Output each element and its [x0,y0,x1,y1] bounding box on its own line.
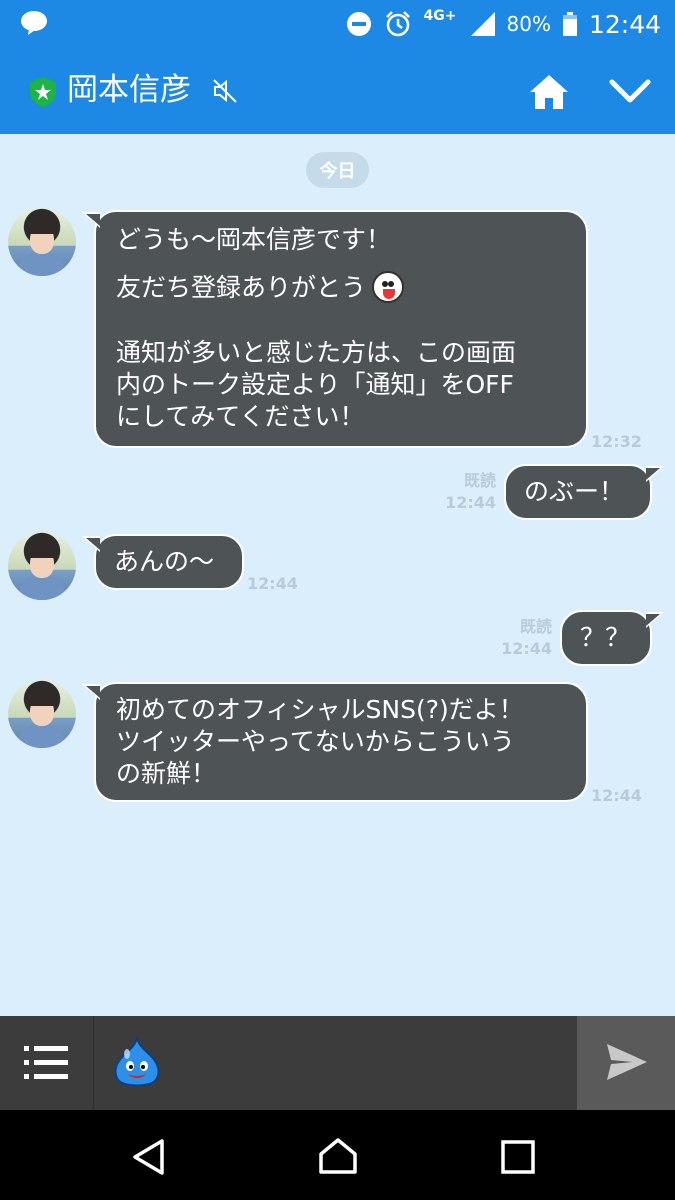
battery-icon [562,12,577,36]
emoji-sticker-icon [372,271,405,303]
message-text: ？？ [580,623,631,652]
mute-icon [213,79,237,103]
menu-button[interactable] [0,1016,94,1110]
official-shield-icon [30,77,56,107]
avatar[interactable] [8,680,76,748]
navigation-bar [0,1110,675,1200]
message-text: 友だち登録ありがとう [116,273,367,302]
message-text: 初めてのオフィシャルSNS(?)だよ！ [116,695,524,724]
recents-icon[interactable] [501,1140,535,1174]
message-bubble[interactable]: のぶー！ [504,464,664,520]
chat-header: 岡本信彦 [0,48,675,134]
message-text: の新鮮！ [116,759,217,788]
date-separator: 今日 [306,152,369,188]
message-bubble[interactable]: ？？ [560,610,664,666]
slime-sticker-icon[interactable] [111,1036,163,1088]
chat-area[interactable]: 今日 どうも〜岡本信彦です！ 友だち登録ありがとう 通知が多いと感じた方は、この… [0,134,675,1016]
battery-percent: 80% [506,12,551,36]
message-bubble[interactable]: 初めてのオフィシャルSNS(?)だよ！ ツイッターやってないからこういう の新鮮… [82,682,588,802]
message-text: 通知が多いと感じた方は、この画面 [116,338,517,367]
read-receipt: 既読 12:44 [440,470,496,514]
read-label: 既読 [463,471,496,490]
send-icon [607,1044,647,1080]
message-time: 12:44 [501,639,552,658]
alarm-icon [385,11,410,37]
avatar[interactable] [8,208,76,276]
home-icon[interactable] [527,72,571,112]
line-app-icon [21,11,47,35]
message-text: のぶー！ [524,477,625,506]
message-bubble[interactable]: どうも〜岡本信彦です！ 友だち登録ありがとう 通知が多いと感じた方は、この画面 … [82,210,588,448]
network-type: 4G+ [423,8,457,24]
input-bar [0,1016,675,1110]
message-time: 12:44 [247,574,298,593]
send-button[interactable] [577,1016,675,1110]
chevron-down-icon[interactable] [608,74,652,110]
message-text: にしてみてください！ [116,402,365,431]
message-text: 内のトーク設定より「通知」をOFF [116,370,514,399]
signal-icon [470,12,495,36]
message-text: あんの〜 [114,547,215,576]
message-time: 12:44 [591,786,642,805]
status-bar: 4G+ 80% 12:44 [0,0,675,48]
back-icon[interactable] [130,1138,168,1176]
message-time: 12:32 [591,432,642,451]
message-text: ツイッターやってないからこういう [116,727,515,756]
message-time: 12:44 [445,493,496,512]
menu-icon [24,1046,68,1079]
read-receipt: 既読 12:44 [496,616,552,660]
home-nav-icon[interactable] [318,1136,358,1176]
message-input[interactable] [95,1016,577,1110]
message-text: どうも〜岡本信彦です！ [116,225,392,254]
read-label: 既読 [519,617,552,636]
do-not-disturb-icon [346,12,371,36]
status-time: 12:44 [588,9,661,39]
chat-title: 岡本信彦 [67,72,191,108]
avatar[interactable] [8,532,76,600]
message-bubble[interactable]: あんの〜 [82,534,244,590]
